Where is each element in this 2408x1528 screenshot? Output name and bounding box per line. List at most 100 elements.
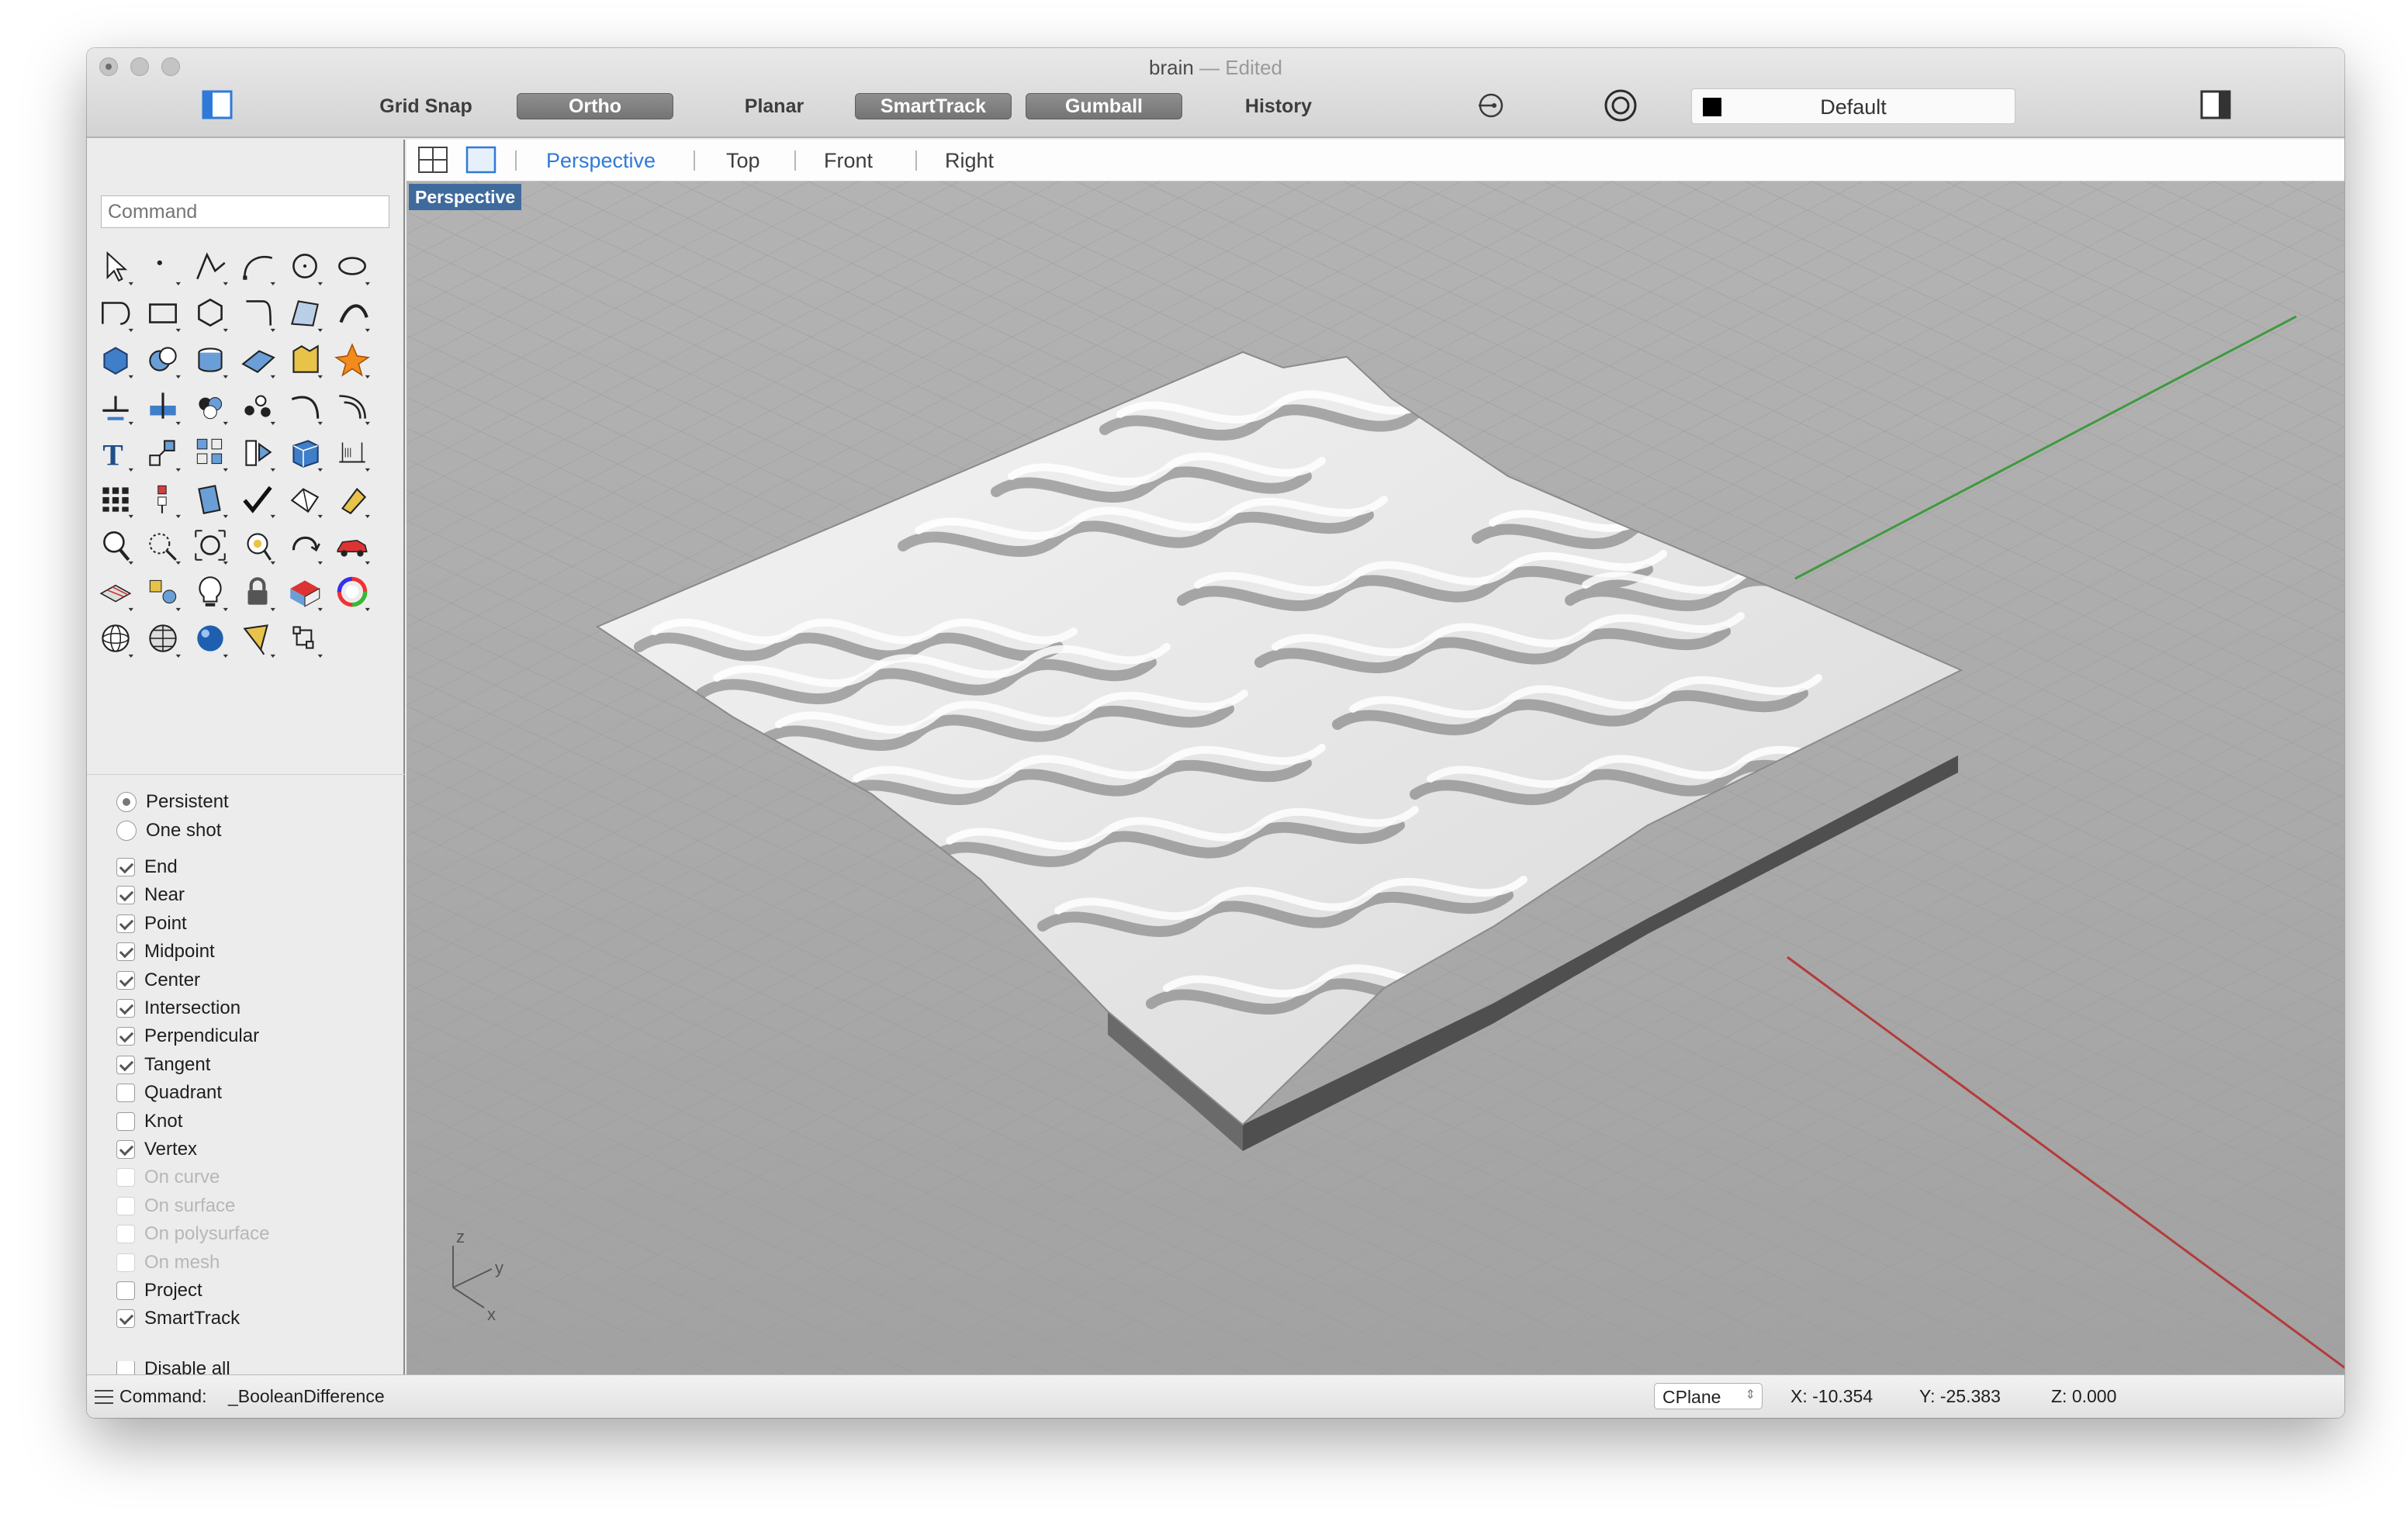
single-viewport-icon[interactable] <box>465 146 496 178</box>
osnap-knot[interactable]: Knot <box>116 1108 182 1136</box>
text-icon[interactable]: T <box>96 433 135 472</box>
checkbox[interactable] <box>116 942 135 962</box>
surface-from-curves-icon[interactable] <box>285 293 324 332</box>
split-icon[interactable] <box>144 386 182 425</box>
point-icon[interactable] <box>144 247 182 285</box>
rectangle-icon[interactable] <box>144 293 182 332</box>
objects-icon[interactable] <box>144 572 182 611</box>
tab-top[interactable]: Top <box>726 149 760 173</box>
perspective-viewport[interactable]: z y x Perspective <box>407 181 2344 1374</box>
command-input[interactable] <box>101 195 389 228</box>
osnap-project[interactable]: Project <box>116 1277 202 1305</box>
osnap-point[interactable]: Point <box>116 910 187 938</box>
arc-icon[interactable] <box>333 247 372 285</box>
osnap-midpoint[interactable]: Midpoint <box>116 938 215 966</box>
select-arrow-icon[interactable] <box>96 247 135 285</box>
osnap-quadrant[interactable]: Quadrant <box>116 1079 222 1107</box>
tab-front[interactable]: Front <box>824 149 873 173</box>
viewport-canvas[interactable]: z y x <box>407 181 2344 1374</box>
zoom-extents-icon[interactable] <box>191 526 230 565</box>
car-icon[interactable] <box>333 526 372 565</box>
lock-icon[interactable] <box>238 572 277 611</box>
checkbox[interactable] <box>116 1084 135 1103</box>
zoom-selected-icon[interactable] <box>238 526 277 565</box>
record-history-icon[interactable] <box>1476 92 1507 123</box>
sweep-icon[interactable] <box>333 293 372 332</box>
solid-box-icon[interactable] <box>285 433 324 472</box>
osnap-near[interactable]: Near <box>116 881 185 909</box>
checkbox[interactable] <box>116 858 135 876</box>
group-icon[interactable] <box>238 386 277 425</box>
command-history-icon[interactable] <box>93 1388 115 1410</box>
checkbox[interactable] <box>116 999 135 1018</box>
inspector-toggle-icon[interactable] <box>2200 90 2231 123</box>
osnap-smarttrack[interactable]: SmartTrack <box>116 1305 240 1333</box>
tab-right[interactable]: Right <box>945 149 994 173</box>
ortho-toggle[interactable]: Ortho <box>517 93 673 119</box>
checkbox[interactable] <box>116 1281 135 1300</box>
align-icon[interactable] <box>144 479 182 518</box>
osnap-mode-one-shot[interactable]: One shot <box>116 817 221 845</box>
zoom-icon[interactable] <box>96 526 135 565</box>
polyline-icon[interactable] <box>191 247 230 285</box>
cylinder-icon[interactable] <box>191 340 230 379</box>
checkbox[interactable] <box>116 1309 135 1329</box>
gumball-toggle[interactable]: Gumball <box>1026 93 1182 119</box>
checkbox[interactable] <box>116 1140 135 1159</box>
layers-icon[interactable] <box>96 572 135 611</box>
mirror-icon[interactable] <box>238 433 277 472</box>
osnap-center[interactable]: Center <box>116 966 200 994</box>
sidebar-toggle-icon[interactable] <box>202 90 233 123</box>
tab-perspective[interactable]: Perspective <box>546 149 656 173</box>
check-icon[interactable] <box>238 479 277 518</box>
light-icon[interactable] <box>191 572 230 611</box>
plane-surface-icon[interactable] <box>238 340 277 379</box>
checkbox[interactable] <box>116 1027 135 1046</box>
osnap-end[interactable]: End <box>116 853 178 881</box>
dimension-tools-icon[interactable] <box>285 619 324 658</box>
osnap-perpendicular[interactable]: Perpendicular <box>116 1022 259 1050</box>
checkbox[interactable] <box>116 914 135 933</box>
circle-icon[interactable] <box>285 247 324 285</box>
planar-toggle[interactable]: Planar <box>712 93 836 119</box>
osnap-target-icon[interactable] <box>1603 88 1638 126</box>
cplane-dropdown[interactable]: CPlane ⇕ <box>1654 1383 1763 1409</box>
project-icon[interactable] <box>191 479 230 518</box>
viewport-name-label[interactable]: Perspective <box>409 184 522 210</box>
offset-icon[interactable] <box>333 386 372 425</box>
fillet-curve-icon[interactable] <box>238 293 277 332</box>
polygon-icon[interactable] <box>191 293 230 332</box>
sphere-wireframe-icon[interactable] <box>96 619 135 658</box>
trim-icon[interactable] <box>96 386 135 425</box>
radio-button[interactable] <box>116 821 137 841</box>
paint-icon[interactable] <box>333 479 372 518</box>
osnap-vertex[interactable]: Vertex <box>116 1136 197 1163</box>
camera-icon[interactable] <box>238 619 277 658</box>
mesh-icon[interactable] <box>285 479 324 518</box>
osnap-intersection[interactable]: Intersection <box>116 994 240 1022</box>
four-viewports-icon[interactable] <box>417 146 448 178</box>
sphere-grid-icon[interactable] <box>144 619 182 658</box>
fillet-icon[interactable] <box>285 386 324 425</box>
grid-array-icon[interactable] <box>96 479 135 518</box>
osnap-tangent[interactable]: Tangent <box>116 1051 210 1079</box>
checkbox[interactable] <box>116 970 135 990</box>
transform-icon[interactable] <box>144 433 182 472</box>
dimension-icon[interactable]: ||| <box>333 433 372 472</box>
boolean-union-icon[interactable] <box>144 340 182 379</box>
history-toggle[interactable]: History <box>1216 93 1341 119</box>
explode-icon[interactable] <box>333 340 372 379</box>
sphere-shaded-icon[interactable] <box>191 619 230 658</box>
checkbox[interactable] <box>116 886 135 905</box>
checkbox[interactable] <box>116 1111 135 1131</box>
solid-tools-icon[interactable] <box>285 340 324 379</box>
array-icon[interactable] <box>191 433 230 472</box>
curve-from-points-icon[interactable] <box>96 293 135 332</box>
osnap-mode-persistent[interactable]: Persistent <box>116 788 229 816</box>
join-icon[interactable] <box>191 386 230 425</box>
checkbox[interactable] <box>116 1055 135 1074</box>
color-wheel-icon[interactable] <box>333 572 372 611</box>
smarttrack-toggle[interactable]: SmartTrack <box>855 93 1012 119</box>
box-icon[interactable] <box>96 340 135 379</box>
zoom-window-icon[interactable] <box>144 526 182 565</box>
